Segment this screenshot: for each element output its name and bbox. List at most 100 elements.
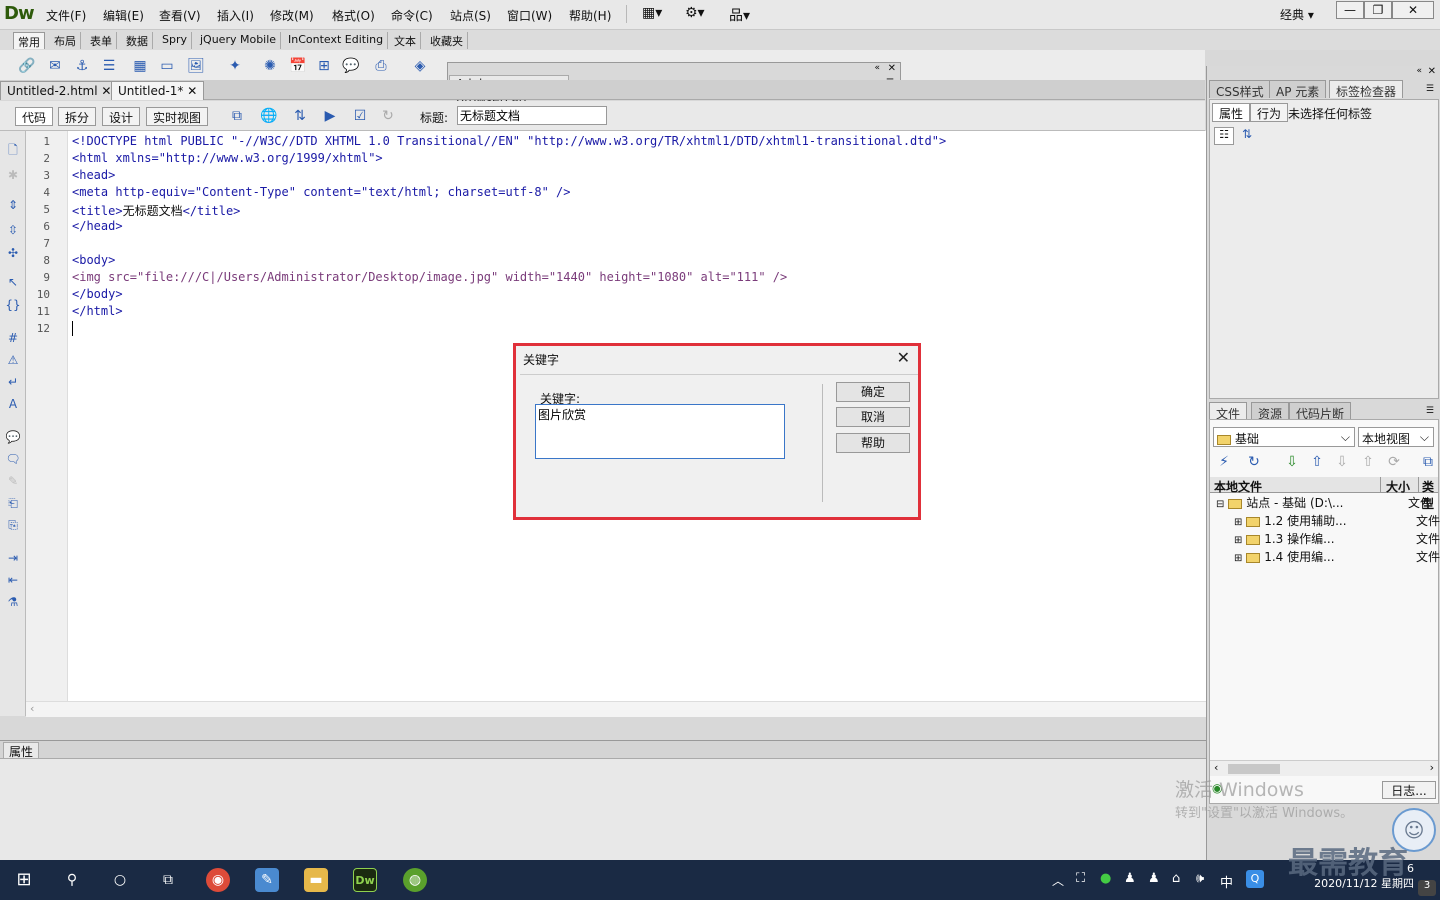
show-code-navigator-icon[interactable]: ✱ xyxy=(4,166,22,184)
remove-comment-icon[interactable]: 🗨 xyxy=(4,450,22,468)
live-view-button[interactable]: 实时视图 xyxy=(146,107,209,126)
expand-node-icon[interactable]: ⊞ xyxy=(1234,517,1242,528)
sort-az-icon[interactable]: ⇅ xyxy=(1242,127,1252,141)
menu-edit[interactable]: 编辑(E) xyxy=(103,7,144,24)
collapse-icon[interactable]: « xyxy=(1416,66,1422,76)
ok-button[interactable]: 确定 xyxy=(836,382,910,402)
insert-tab-text[interactable]: 文本 xyxy=(390,32,421,49)
qq-icon[interactable]: ♟ xyxy=(1148,871,1160,886)
outdent-icon[interactable]: ⇤ xyxy=(4,571,22,589)
expand-panel-icon[interactable]: ⧉ xyxy=(1418,452,1438,472)
menu-commands[interactable]: 命令(C) xyxy=(391,7,433,24)
hyperlink-icon[interactable]: 🔗 xyxy=(17,56,37,76)
search-icon[interactable]: ⚲ xyxy=(60,868,84,892)
file-transfer-icon[interactable]: ⇅ xyxy=(290,106,310,126)
insert-tab-favorites[interactable]: 收藏夹 xyxy=(426,32,468,49)
watermelon-icon[interactable]: ◍ xyxy=(403,868,427,892)
refresh-icon[interactable]: ↻ xyxy=(378,106,398,126)
design-view-button[interactable]: 设计 xyxy=(102,107,141,126)
category-view-icon[interactable]: ☷ xyxy=(1214,127,1234,145)
table-icon[interactable]: ▦ xyxy=(130,56,150,76)
connect-icon[interactable]: ⚡ xyxy=(1214,452,1234,472)
tab-css-styles[interactable]: CSS样式 xyxy=(1209,80,1271,99)
synchronize-icon[interactable]: ⟳ xyxy=(1384,452,1404,472)
site-icon[interactable]: 品▾ xyxy=(729,5,750,25)
tab-tag-inspector[interactable]: 标签检查器 xyxy=(1329,80,1404,99)
code-view-button[interactable]: 代码 xyxy=(15,107,54,126)
insert-tab-common[interactable]: 常用 xyxy=(13,32,45,49)
doc-tab-untitled-1[interactable]: Untitled-1* ✕ xyxy=(111,81,205,100)
notification-badge[interactable]: 3 xyxy=(1418,880,1436,896)
menu-view[interactable]: 查看(V) xyxy=(159,7,201,24)
site-select[interactable]: 基础 ⌵ xyxy=(1213,427,1355,447)
qq-icon[interactable]: ♟ xyxy=(1124,871,1136,886)
tab-ap-elements[interactable]: AP 元素 xyxy=(1269,80,1327,99)
expand-node-icon[interactable]: ⊞ xyxy=(1234,553,1242,564)
panel-menu-icon[interactable]: ☰ xyxy=(1426,84,1434,94)
view-select[interactable]: 本地视图 ⌵ xyxy=(1358,427,1434,447)
collapse-icon[interactable]: « xyxy=(874,63,880,73)
files-horizontal-scrollbar[interactable]: ‹ › xyxy=(1210,760,1438,776)
menu-site[interactable]: 站点(S) xyxy=(450,7,491,24)
server-include-icon[interactable]: ⊞ xyxy=(314,56,334,76)
tree-item-site-root[interactable]: ⊟ 站点 - 基础 (D:\... 文件 xyxy=(1216,494,1438,511)
wrap-tag-icon[interactable]: ✎ xyxy=(4,472,22,490)
scroll-right-icon[interactable]: › xyxy=(1430,761,1434,774)
menu-insert[interactable]: 插入(I) xyxy=(217,7,254,24)
div-icon[interactable]: ▭ xyxy=(157,56,177,76)
insert-tab-spry[interactable]: Spry xyxy=(158,32,192,49)
recent-snippets-icon[interactable]: ⎗ xyxy=(4,494,22,512)
split-view-button[interactable]: 拆分 xyxy=(58,107,97,126)
close-icon[interactable]: ✕ xyxy=(1428,66,1436,77)
insert-tab-layout[interactable]: 布局 xyxy=(50,32,81,49)
move-css-icon[interactable]: ⎘ xyxy=(4,516,22,534)
hr-icon[interactable]: ☰ xyxy=(99,56,119,76)
preview-browser-icon[interactable]: 🌐 xyxy=(259,106,279,126)
menu-file[interactable]: 文件(F) xyxy=(46,7,86,24)
horizontal-scrollbar[interactable]: ‹ xyxy=(26,701,1206,717)
collapse-selection-icon[interactable]: ⇳ xyxy=(4,221,22,239)
notepad-icon[interactable]: ✎ xyxy=(255,868,279,892)
insert-tab-forms[interactable]: 表单 xyxy=(86,32,117,49)
wechat-icon[interactable]: ● xyxy=(1100,871,1111,886)
select-parent-tag-icon[interactable]: ↖ xyxy=(4,273,22,291)
line-numbers-icon[interactable]: # xyxy=(4,329,22,347)
windows-start-icon[interactable]: ⊞ xyxy=(12,868,36,892)
multiscreen-icon[interactable]: ⧉ xyxy=(227,106,247,126)
collapse-tag-icon[interactable]: ⇕ xyxy=(4,196,22,214)
apply-comment-icon[interactable]: 💬 xyxy=(4,428,22,446)
cancel-button[interactable]: 取消 xyxy=(836,407,910,427)
template-icon[interactable]: ◈ xyxy=(410,56,430,76)
tab-assets[interactable]: 资源 xyxy=(1251,402,1290,421)
scroll-left-icon[interactable]: ‹ xyxy=(1214,761,1218,774)
collapse-node-icon[interactable]: ⊟ xyxy=(1216,499,1224,510)
tray-network-icon[interactable]: ⛶ xyxy=(1076,871,1085,886)
scroll-left-icon[interactable]: ‹ xyxy=(30,702,34,715)
behaviors-tab[interactable]: 行为 xyxy=(1250,103,1289,122)
expand-all-icon[interactable]: ✣ xyxy=(4,244,22,262)
task-view-icon[interactable]: ⧉ xyxy=(156,868,180,892)
menu-modify[interactable]: 修改(M) xyxy=(270,7,314,24)
anchor-icon[interactable]: ⚓ xyxy=(72,56,92,76)
file-explorer-icon[interactable]: ▬ xyxy=(304,868,328,892)
head-icon[interactable]: ⎙ xyxy=(371,56,391,76)
date-icon[interactable]: 📅 xyxy=(288,56,308,76)
syntax-coloring-icon[interactable]: A xyxy=(4,395,22,413)
debug-icon[interactable]: ▶ xyxy=(320,106,340,126)
indent-icon[interactable]: ⇥ xyxy=(4,549,22,567)
tree-item-folder[interactable]: ⊞ 1.2 使用辅助... 文件 xyxy=(1234,512,1440,529)
ime-indicator[interactable]: 中 xyxy=(1220,872,1233,891)
wifi-icon[interactable]: ⌂ xyxy=(1172,871,1180,886)
close-icon[interactable]: ✕ xyxy=(897,348,910,367)
dreamweaver-icon[interactable]: Dw xyxy=(353,868,377,892)
highlight-invalid-icon[interactable]: ⚠ xyxy=(4,351,22,369)
doc-tab-untitled-2[interactable]: Untitled-2.html ✕ xyxy=(0,81,119,100)
chevron-up-icon[interactable]: ︿ xyxy=(1052,872,1064,889)
insert-tab-data[interactable]: 数据 xyxy=(122,32,153,49)
restore-icon[interactable]: ❐ xyxy=(1364,1,1392,19)
put-files-icon[interactable]: ⇧ xyxy=(1307,452,1327,472)
comment-icon[interactable]: 💬 xyxy=(341,56,361,76)
attributes-tab[interactable]: 属性 xyxy=(1212,103,1251,122)
workspace-switcher[interactable]: 经典 ▾ xyxy=(1280,6,1314,23)
menu-window[interactable]: 窗口(W) xyxy=(507,7,552,24)
